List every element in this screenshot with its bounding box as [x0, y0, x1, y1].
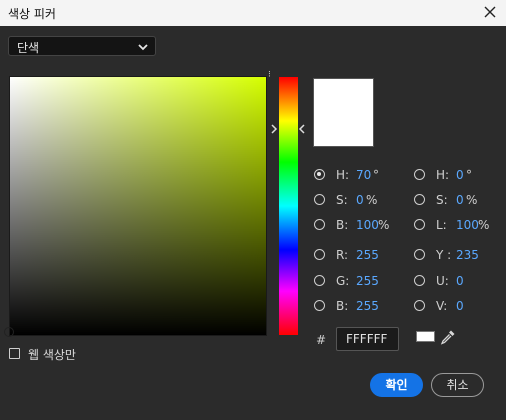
field-y[interactable]: Y : 235: [414, 246, 494, 264]
hue-top-marker: ⁝: [268, 70, 271, 80]
hex-input[interactable]: FFFFFF: [336, 327, 399, 351]
value-v[interactable]: 0: [456, 299, 464, 313]
color-mode-select[interactable]: 단색: [8, 36, 156, 56]
field-s[interactable]: S: 0 %: [314, 191, 404, 209]
radio-s[interactable]: [314, 194, 325, 205]
radio-bb[interactable]: [314, 300, 325, 311]
field-s2[interactable]: S: 0 %: [414, 191, 494, 209]
color-mode-value: 단색: [17, 41, 40, 55]
value-s[interactable]: 0: [356, 193, 364, 207]
radio-u[interactable]: [414, 275, 425, 286]
value-r[interactable]: 255: [356, 248, 379, 262]
hex-hash-label: #: [316, 333, 327, 347]
eyedropper-icon[interactable]: [440, 329, 456, 345]
field-r[interactable]: R: 255: [314, 246, 404, 264]
field-b[interactable]: B: 100 %: [314, 216, 404, 234]
value-g[interactable]: 255: [356, 274, 379, 288]
ok-button[interactable]: 확인: [370, 373, 423, 397]
title-bar: 색상 피커: [0, 0, 506, 26]
value-h[interactable]: 70: [356, 168, 371, 182]
cancel-button[interactable]: 취소: [431, 373, 484, 397]
field-h[interactable]: H: 70 °: [314, 166, 404, 184]
radio-h[interactable]: [314, 169, 325, 180]
field-bb[interactable]: B: 255: [314, 297, 404, 315]
field-v[interactable]: V: 0: [414, 297, 494, 315]
hue-slider[interactable]: [279, 77, 298, 335]
field-l[interactable]: L: 100 %: [414, 216, 494, 234]
saturation-brightness-marker[interactable]: [4, 327, 14, 337]
radio-s2[interactable]: [414, 194, 425, 205]
field-h2[interactable]: H: 0 °: [414, 166, 494, 184]
value-h2[interactable]: 0: [456, 168, 464, 182]
radio-v[interactable]: [414, 300, 425, 311]
value-bb[interactable]: 255: [356, 299, 379, 313]
value-y[interactable]: 235: [456, 248, 479, 262]
value-u[interactable]: 0: [456, 274, 464, 288]
chevron-down-icon: [138, 44, 148, 51]
color-preview-swatch: [313, 78, 374, 147]
window-title: 색상 피커: [8, 7, 56, 21]
value-l[interactable]: 100: [456, 218, 479, 232]
radio-h2[interactable]: [414, 169, 425, 180]
value-s2[interactable]: 0: [456, 193, 464, 207]
field-u[interactable]: U: 0: [414, 272, 494, 290]
field-g[interactable]: G: 255: [314, 272, 404, 290]
close-icon[interactable]: [480, 2, 500, 22]
hue-slider-handle-left[interactable]: [270, 123, 278, 135]
web-colors-label: 웹 색상만: [28, 348, 76, 362]
radio-g[interactable]: [314, 275, 325, 286]
web-colors-checkbox[interactable]: [9, 348, 20, 359]
hue-slider-handle-right[interactable]: [298, 123, 306, 135]
radio-b[interactable]: [314, 219, 325, 230]
saturation-brightness-field[interactable]: [9, 76, 267, 336]
radio-y[interactable]: [414, 249, 425, 260]
value-b[interactable]: 100: [356, 218, 379, 232]
radio-r[interactable]: [314, 249, 325, 260]
radio-l[interactable]: [414, 219, 425, 230]
current-color-swatch[interactable]: [416, 331, 435, 342]
